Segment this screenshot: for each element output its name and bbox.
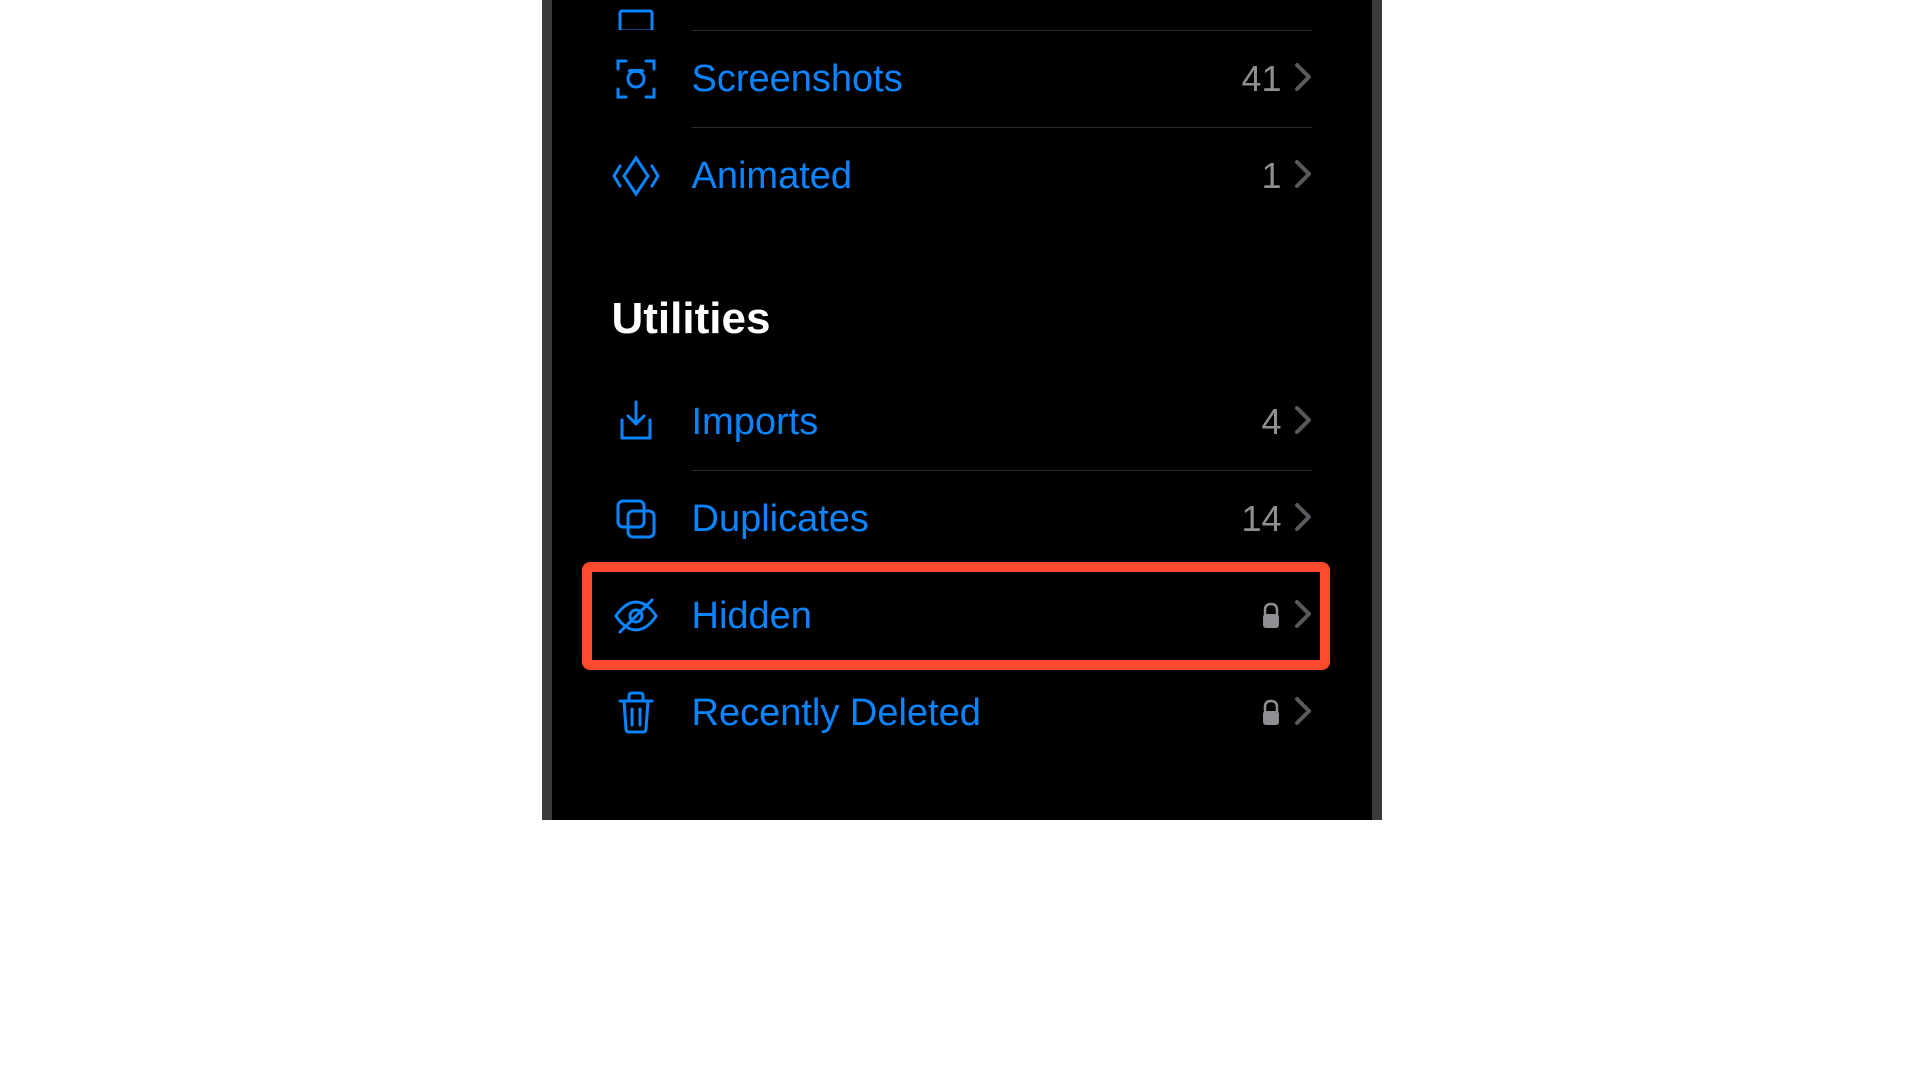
chevron-right-icon (1294, 599, 1312, 634)
list-item-count: 14 (1241, 498, 1281, 540)
partial-icon (612, 0, 692, 30)
screenshots-icon (612, 55, 692, 103)
chevron-right-icon (1294, 159, 1312, 194)
albums-list: Screenshots 41 Animated 1 Utilities (552, 0, 1372, 761)
list-item-imports[interactable]: Imports 4 (612, 374, 1312, 470)
hidden-icon (612, 592, 692, 640)
imports-icon (612, 398, 692, 446)
lock-icon (1260, 602, 1282, 630)
list-item-count: 4 (1261, 401, 1281, 443)
list-item-count: 41 (1241, 58, 1281, 100)
chevron-right-icon (1294, 696, 1312, 731)
list-item-screenshots[interactable]: Screenshots 41 (612, 31, 1312, 127)
list-item-duplicates[interactable]: Duplicates 14 (612, 471, 1312, 567)
list-item-label: Hidden (692, 595, 1260, 638)
list-item-count: 1 (1261, 155, 1281, 197)
list-item-recently-deleted[interactable]: Recently Deleted (612, 665, 1312, 761)
animated-icon (612, 152, 692, 200)
list-item-label: Recently Deleted (692, 692, 1260, 735)
list-item-label: Animated (692, 155, 1262, 198)
list-item-animated[interactable]: Animated 1 (612, 128, 1312, 224)
list-item-label: Screenshots (692, 58, 1242, 101)
list-item-label: Imports (692, 401, 1262, 444)
utilities-section-header: Utilities (612, 294, 1312, 344)
chevron-right-icon (1294, 62, 1312, 97)
duplicates-icon (612, 495, 692, 543)
list-item-label: Duplicates (692, 498, 1242, 541)
phone-screen: Screenshots 41 Animated 1 Utilities (542, 0, 1382, 820)
list-item-partial-top[interactable] (612, 0, 1312, 30)
lock-icon (1260, 699, 1282, 727)
chevron-right-icon (1294, 502, 1312, 537)
list-item-hidden[interactable]: Hidden (612, 568, 1312, 664)
trash-icon (612, 689, 692, 737)
chevron-right-icon (1294, 405, 1312, 440)
